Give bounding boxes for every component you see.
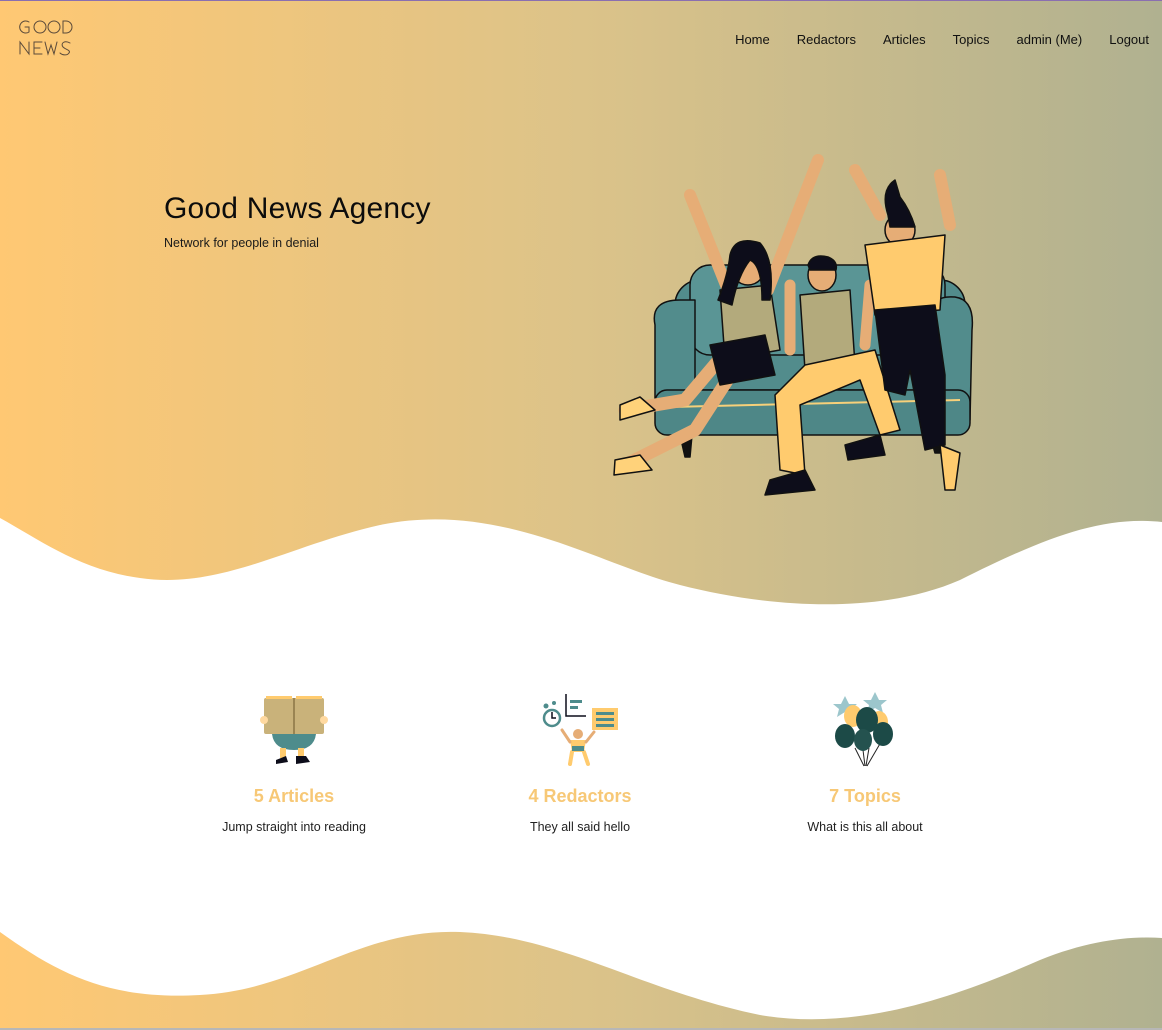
articles-count: 5 Articles — [253, 786, 335, 806]
main-nav: Home Redactors Articles Topics admin (Me… — [735, 31, 1149, 49]
articles-description: Jump straight into reading — [222, 820, 366, 834]
nav-redactors[interactable]: Redactors — [797, 31, 856, 49]
nav-profile[interactable]: admin (Me) — [1016, 31, 1082, 49]
balloons-icon — [833, 692, 893, 767]
stats-section: 5 Articles Jump straight into reading 4 … — [0, 690, 1162, 850]
topics-description: What is this all about — [807, 820, 923, 834]
feature-articles[interactable]: 5 Articles Jump straight into reading — [164, 690, 424, 834]
team-tasks-icon — [542, 694, 618, 766]
nav-home[interactable]: Home — [735, 31, 770, 49]
nav-articles[interactable]: Articles — [883, 31, 926, 49]
top-border — [0, 0, 1162, 1]
nav-topics[interactable]: Topics — [953, 31, 990, 49]
reading-book-icon — [260, 696, 328, 764]
good-news-logo[interactable] — [18, 16, 84, 60]
celebrating-people-illustration — [613, 154, 974, 496]
redactors-description: They all said hello — [529, 820, 631, 834]
redactors-count: 4 Redactors — [528, 786, 632, 806]
nav-logout[interactable]: Logout — [1109, 31, 1149, 49]
feature-topics[interactable]: 7 Topics What is this all about — [735, 690, 995, 834]
feature-redactors[interactable]: 4 Redactors They all said hello — [450, 690, 710, 834]
footer-wave — [0, 931, 1162, 1028]
topics-count: 7 Topics — [829, 786, 901, 806]
hero-section: Home Redactors Articles Topics admin (Me… — [0, 0, 1162, 620]
hero-title: Good News Agency — [164, 192, 431, 225]
hero-subtitle: Network for people in denial — [164, 236, 319, 250]
